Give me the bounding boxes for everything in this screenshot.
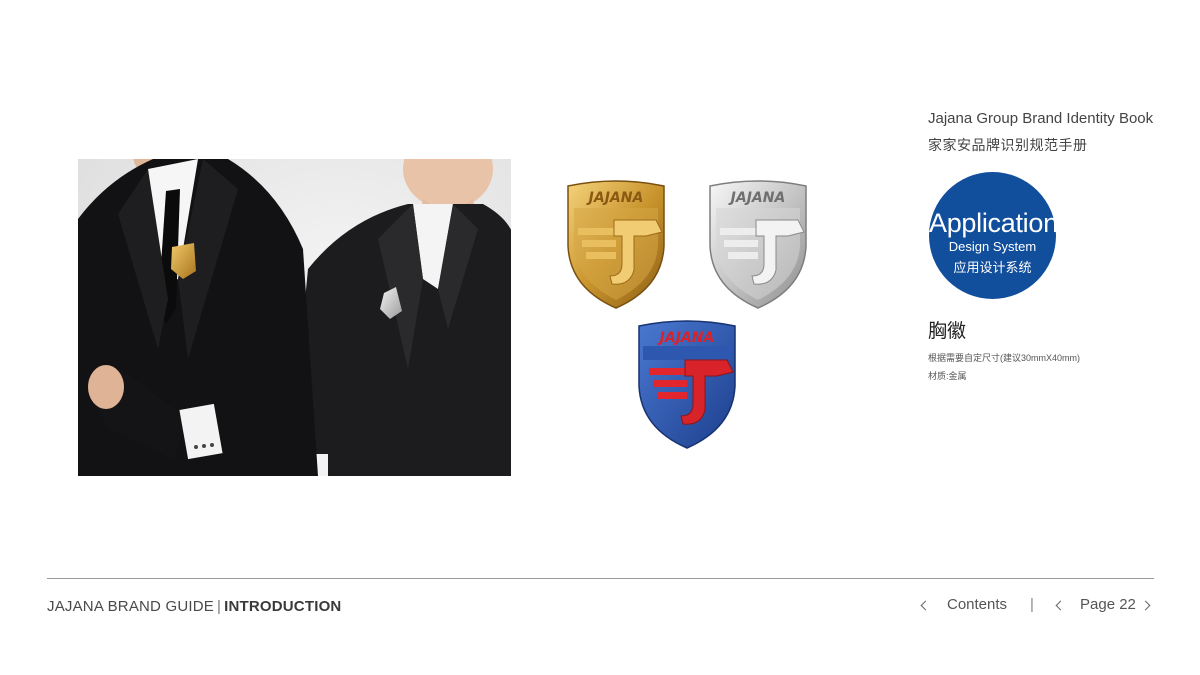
page-label: Page (1080, 596, 1116, 613)
material-note: 材质:金属 (928, 371, 967, 381)
application-title: Application (929, 208, 1058, 238)
footer-divider (47, 578, 1154, 579)
silver-badge-icon: JAJANA (709, 180, 807, 309)
nav-separator: | (1030, 596, 1034, 613)
chevron-left-icon[interactable] (920, 600, 931, 611)
previous-page-icon[interactable] (1055, 600, 1066, 611)
size-note: 根据需要自定尺寸(建议30mmX40mm) (928, 353, 1081, 363)
footer-breadcrumb: JAJANA BRAND GUIDE | INTRODUCTION (47, 598, 341, 615)
brand-guide-label: JAJANA BRAND GUIDE (47, 598, 214, 615)
breadcrumb-separator: | (216, 598, 222, 615)
page-indicator: Page 22 (1080, 596, 1136, 613)
uniform-photo (78, 159, 511, 476)
book-title-en: Jajana Group Brand Identity Book (928, 110, 1154, 127)
application-subtitle: Design System (948, 239, 1037, 254)
book-title-cn: 家家安品牌识别规范手册 (928, 137, 1088, 153)
application-cn: 应用设计系统 (953, 260, 1032, 275)
page-number: 22 (1119, 596, 1136, 613)
gold-badge-icon: JAJANA (567, 180, 665, 309)
svg-text:JAJANA: JAJANA (728, 190, 786, 206)
chapter-label: INTRODUCTION (224, 598, 342, 615)
section-heading: 胸徽 (928, 321, 967, 342)
next-page-icon[interactable] (1140, 600, 1151, 611)
contents-link[interactable]: Contents (947, 596, 1007, 613)
svg-text:JAJANA: JAJANA (657, 330, 715, 346)
badge-group: JAJANA JAJANA JAJANA (560, 178, 820, 458)
application-badge: Application Design System 应用设计系统 (929, 172, 1058, 299)
blue-badge-icon: JAJANA (638, 320, 736, 449)
svg-text:JAJANA: JAJANA (586, 190, 644, 206)
